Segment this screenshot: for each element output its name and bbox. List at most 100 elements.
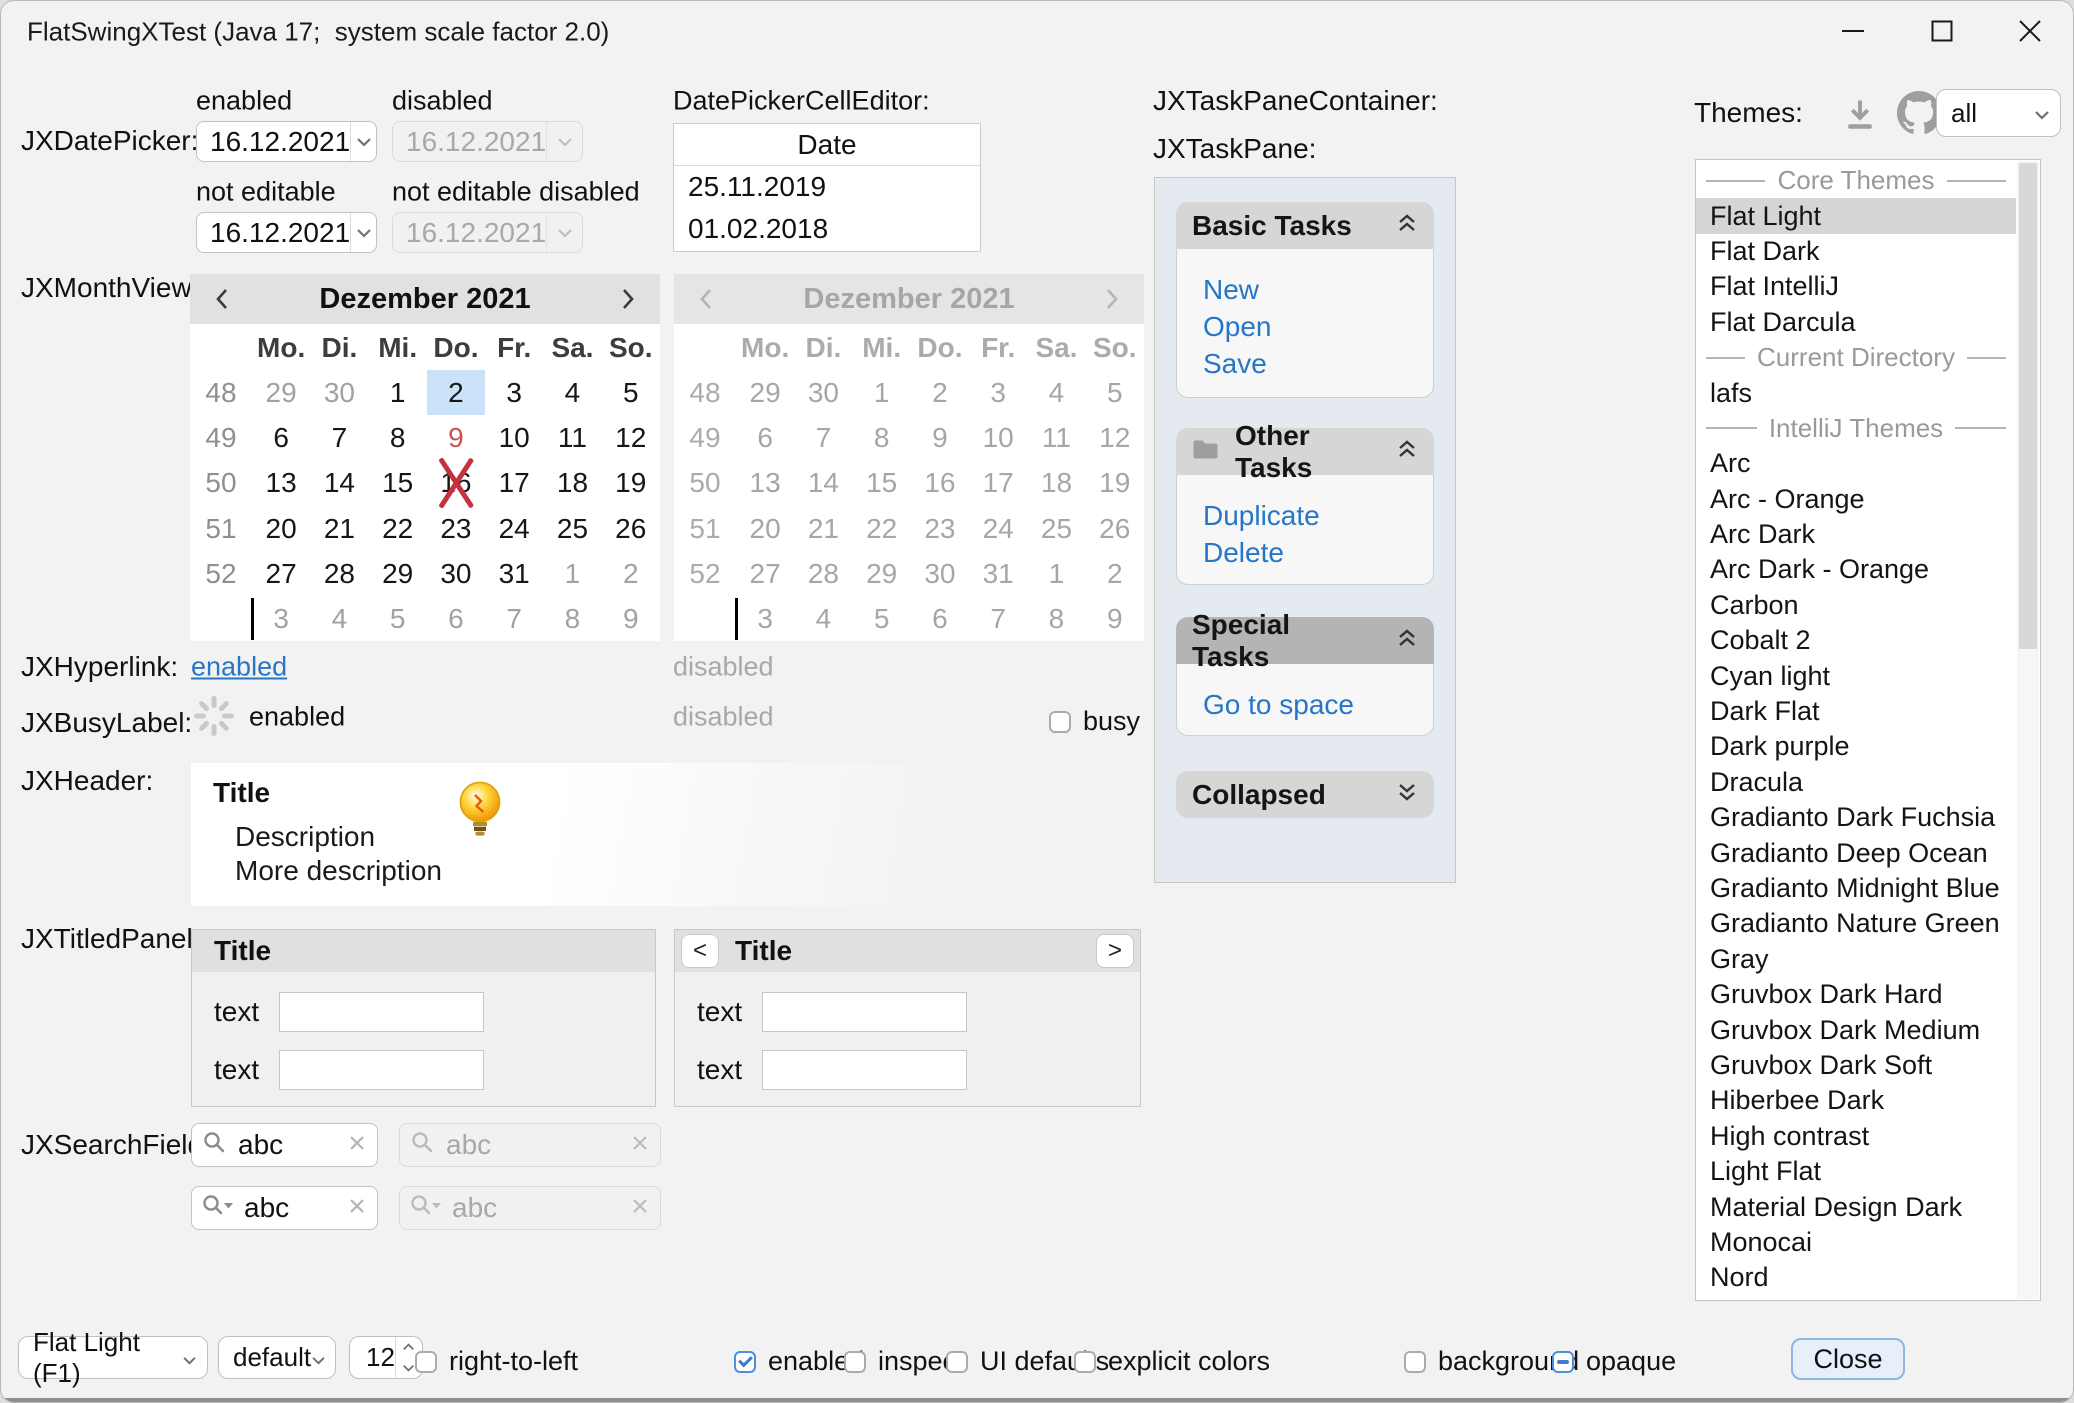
taskpane-header[interactable]: Special Tasks xyxy=(1176,617,1434,664)
datepicker-not-editable[interactable]: 16.12.2021 xyxy=(196,212,377,253)
day-cell[interactable]: 15 xyxy=(369,461,427,506)
day-cell[interactable]: 10 xyxy=(485,415,543,460)
minimize-button[interactable] xyxy=(1821,7,1885,55)
task-link-save[interactable]: Save xyxy=(1203,345,1433,382)
theme-item[interactable]: Gradianto Midnight Blue xyxy=(1696,871,2016,906)
theme-item[interactable]: Arc - Orange xyxy=(1696,482,2016,517)
checkbox-box[interactable] xyxy=(946,1351,968,1373)
theme-item[interactable]: Gradianto Dark Fuchsia xyxy=(1696,800,2016,835)
day-cell[interactable]: 4 xyxy=(310,596,368,641)
theme-item[interactable]: lafs xyxy=(1696,375,2016,410)
task-link-new[interactable]: New xyxy=(1203,271,1433,308)
busy-checkbox[interactable] xyxy=(1049,711,1071,733)
day-cell[interactable]: 2 xyxy=(427,370,485,415)
table-row[interactable]: 25.11.2019 xyxy=(674,166,980,208)
day-cell[interactable]: 21 xyxy=(310,506,368,551)
title-left-button[interactable]: < xyxy=(681,934,719,968)
text-input[interactable] xyxy=(279,1050,484,1090)
taskpane-header[interactable]: Collapsed xyxy=(1176,771,1434,818)
double-chevron-up-icon[interactable] xyxy=(1396,213,1418,238)
font-size-spinner[interactable]: 12 xyxy=(349,1336,423,1379)
checkbox-right-to-left[interactable]: right-to-left xyxy=(415,1346,578,1377)
day-cell[interactable]: 24 xyxy=(485,506,543,551)
double-chevron-up-icon[interactable] xyxy=(1396,628,1418,653)
day-cell[interactable]: 20 xyxy=(252,506,310,551)
spinner-up-icon[interactable] xyxy=(402,1338,415,1356)
day-cell[interactable]: 5 xyxy=(369,596,427,641)
chevron-down-icon[interactable] xyxy=(350,213,376,252)
day-cell[interactable]: 22 xyxy=(369,506,427,551)
theme-item[interactable]: Nord xyxy=(1696,1260,2016,1295)
day-cell[interactable]: 23 xyxy=(427,506,485,551)
datepicker-enabled[interactable]: 16.12.2021 xyxy=(196,121,377,162)
checkbox-box[interactable] xyxy=(1074,1351,1096,1373)
theme-item[interactable]: Cobalt 2 xyxy=(1696,623,2016,658)
day-cell[interactable]: 3 xyxy=(252,596,310,641)
checkbox-box[interactable] xyxy=(1404,1351,1426,1373)
search-menu-icon[interactable] xyxy=(202,1193,234,1224)
laf-combobox[interactable]: Flat Light (F1) xyxy=(18,1336,208,1379)
theme-item[interactable]: Flat IntelliJ xyxy=(1696,269,2016,304)
spinner-down-icon[interactable] xyxy=(402,1359,415,1377)
text-input[interactable] xyxy=(762,992,967,1032)
double-chevron-up-icon[interactable] xyxy=(1396,439,1418,464)
day-cell[interactable]: 11 xyxy=(543,415,601,460)
theme-item[interactable]: Gruvbox Dark Medium xyxy=(1696,1012,2016,1047)
theme-item[interactable]: Cyan light xyxy=(1696,658,2016,693)
task-link-open[interactable]: Open xyxy=(1203,308,1433,345)
day-cell[interactable]: 9 xyxy=(427,415,485,460)
day-cell[interactable]: 4 xyxy=(543,370,601,415)
taskpane-header[interactable]: Other Tasks xyxy=(1176,428,1434,475)
theme-item[interactable]: Arc Dark - Orange xyxy=(1696,552,2016,587)
day-cell[interactable]: 8 xyxy=(543,596,601,641)
theme-item[interactable]: Gray xyxy=(1696,942,2016,977)
font-size-value[interactable]: 12 xyxy=(350,1342,395,1373)
chevron-down-icon[interactable] xyxy=(350,122,376,161)
maximize-button[interactable] xyxy=(1910,7,1974,55)
prev-month-button[interactable] xyxy=(190,274,254,324)
theme-item[interactable]: Carbon xyxy=(1696,588,2016,623)
theme-item[interactable]: Flat Light xyxy=(1696,198,2016,233)
day-cell[interactable]: 5 xyxy=(602,370,660,415)
title-right-button[interactable]: > xyxy=(1096,934,1134,968)
task-link-go-to-space[interactable]: Go to space xyxy=(1203,686,1433,723)
day-cell[interactable]: 13 xyxy=(252,461,310,506)
theme-item[interactable]: Dark Flat xyxy=(1696,694,2016,729)
day-cell[interactable]: 6 xyxy=(252,415,310,460)
close-window-button[interactable] xyxy=(1998,7,2062,55)
theme-item[interactable]: Arc Dark xyxy=(1696,517,2016,552)
datepicker-value[interactable]: 16.12.2021 xyxy=(197,217,350,249)
double-chevron-down-icon[interactable] xyxy=(1396,782,1418,807)
day-cell[interactable]: 18 xyxy=(543,461,601,506)
day-cell[interactable]: 1 xyxy=(369,370,427,415)
task-link-duplicate[interactable]: Duplicate xyxy=(1203,497,1433,534)
text-input[interactable] xyxy=(762,1050,967,1090)
clear-icon[interactable] xyxy=(347,1133,367,1158)
day-cell[interactable]: 12 xyxy=(602,415,660,460)
day-cell[interactable]: 7 xyxy=(310,415,368,460)
next-month-button[interactable] xyxy=(596,274,660,324)
checkbox-box[interactable] xyxy=(844,1351,866,1373)
day-cell[interactable]: 6 xyxy=(427,596,485,641)
download-themes-button[interactable] xyxy=(1841,95,1879,138)
day-cell[interactable]: 9 xyxy=(602,596,660,641)
day-cell[interactable]: 31 xyxy=(485,551,543,596)
day-cell[interactable]: 17 xyxy=(485,461,543,506)
day-cell[interactable]: 7 xyxy=(485,596,543,641)
day-cell[interactable]: 14 xyxy=(310,461,368,506)
scrollbar-track[interactable] xyxy=(2017,161,2039,1299)
close-button[interactable]: Close xyxy=(1791,1338,1905,1380)
theme-item[interactable]: Flat Dark xyxy=(1696,234,2016,269)
search-text[interactable]: abc xyxy=(238,1129,337,1161)
day-cell[interactable]: 28 xyxy=(310,551,368,596)
day-cell[interactable]: 27 xyxy=(252,551,310,596)
day-cell[interactable]: 30 xyxy=(310,370,368,415)
task-link-delete[interactable]: Delete xyxy=(1203,534,1433,571)
date-table-header[interactable]: Date xyxy=(674,124,980,166)
theme-item[interactable]: Hiberbee Dark xyxy=(1696,1083,2016,1118)
day-cell[interactable]: 29 xyxy=(252,370,310,415)
checkbox-opaque[interactable]: opaque xyxy=(1552,1346,1676,1377)
theme-item[interactable]: Gradianto Deep Ocean xyxy=(1696,835,2016,870)
theme-item[interactable]: Monocai xyxy=(1696,1225,2016,1260)
checkbox-box[interactable] xyxy=(415,1351,437,1373)
